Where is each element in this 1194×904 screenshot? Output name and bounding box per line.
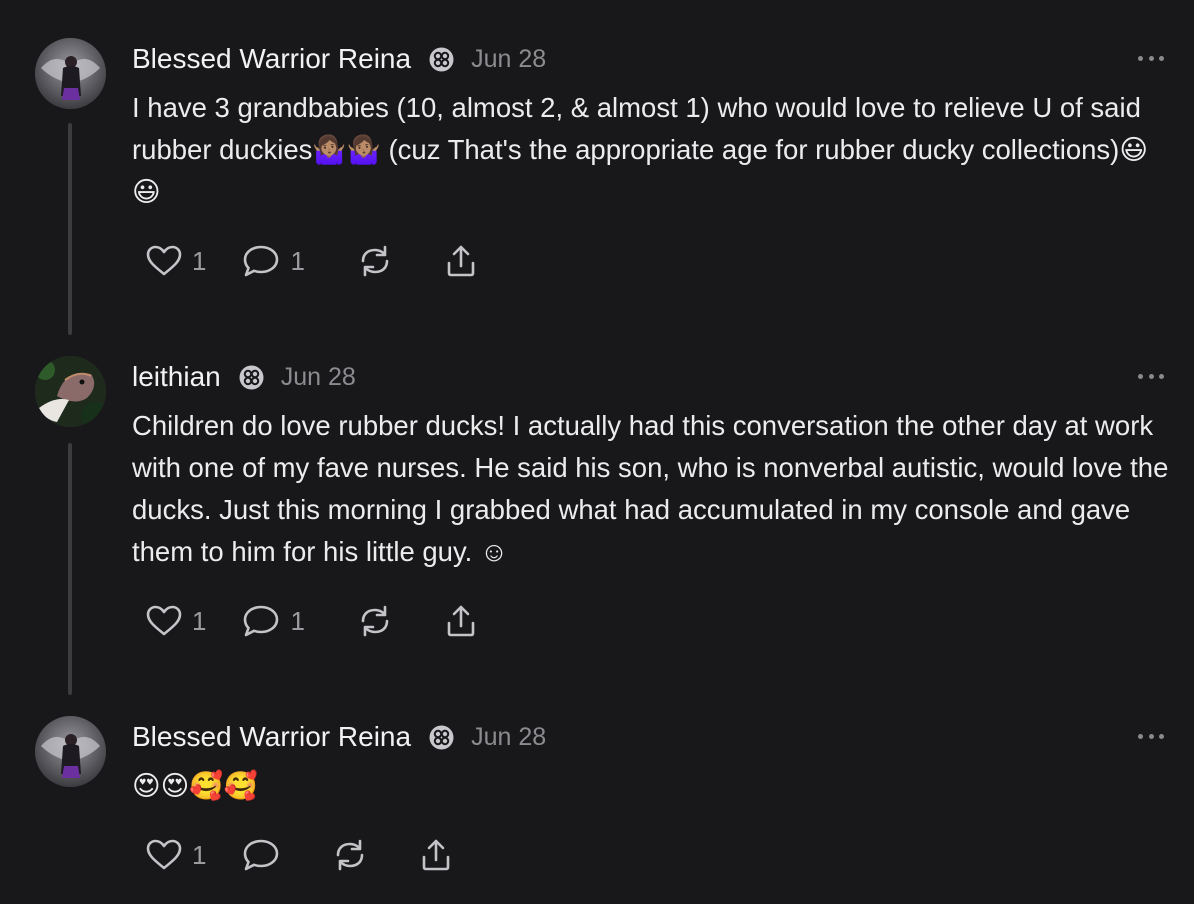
repost-icon [337, 839, 364, 871]
thread-line [68, 443, 72, 695]
repost-icon [361, 245, 389, 277]
action-bar: 1 1 [146, 601, 479, 641]
parrot-avatar-icon [35, 356, 106, 427]
reply-count: 1 [290, 605, 305, 636]
post-text: Children do love rubber ducks! I actuall… [132, 410, 1169, 567]
like-button[interactable]: 1 [146, 241, 206, 281]
heart-icon [146, 245, 182, 276]
avatar[interactable] [35, 356, 106, 427]
comment-icon [244, 245, 279, 277]
post-date[interactable]: Jun 28 [471, 723, 546, 752]
post-date[interactable]: Jun 28 [471, 45, 546, 74]
like-count: 1 [192, 245, 207, 276]
repost-icon [361, 605, 389, 637]
share-icon [423, 839, 450, 871]
heart-icon [146, 839, 182, 870]
post-header: leithian Jun 28 [132, 357, 356, 397]
reply-count: 1 [290, 245, 305, 276]
author-name[interactable]: Blessed Warrior Reina [132, 721, 411, 753]
warrior-angel-avatar-icon [35, 38, 106, 109]
post-text: 😍😍🥰🥰 [132, 770, 258, 802]
post-text: I have 3 grandbabies (10, almost 2, & al… [132, 92, 1148, 207]
thread-line [68, 123, 72, 335]
repost-button[interactable] [332, 835, 368, 875]
more-options-icon[interactable] [1138, 731, 1164, 741]
share-button[interactable] [443, 601, 479, 641]
action-bar: 1 [146, 835, 454, 875]
reply-button[interactable]: 1 [242, 601, 305, 641]
post-date[interactable]: Jun 28 [281, 363, 356, 392]
reply-button[interactable] [242, 835, 280, 875]
post-header: Blessed Warrior Reina Jun 28 [132, 39, 546, 79]
post-header: Blessed Warrior Reina Jun 28 [132, 717, 546, 757]
repost-button[interactable] [357, 601, 393, 641]
more-options-icon[interactable] [1138, 371, 1164, 381]
share-button[interactable] [443, 241, 479, 281]
repost-button[interactable] [357, 241, 393, 281]
comment-icon [244, 605, 279, 637]
more-options-icon[interactable] [1138, 53, 1164, 63]
author-name[interactable]: leithian [132, 361, 221, 393]
comment-icon [244, 839, 279, 871]
like-count: 1 [192, 839, 207, 870]
share-icon [447, 605, 475, 637]
action-bar: 1 1 [146, 241, 479, 281]
reply-button[interactable]: 1 [242, 241, 305, 281]
verified-badge-icon [429, 725, 454, 750]
warrior-angel-avatar-icon [35, 716, 106, 787]
share-button[interactable] [418, 835, 454, 875]
avatar[interactable] [35, 716, 106, 787]
verified-badge-icon [239, 365, 264, 390]
verified-badge-icon [429, 47, 454, 72]
avatar[interactable] [35, 38, 106, 109]
heart-icon [146, 605, 182, 636]
like-button[interactable]: 1 [146, 601, 206, 641]
like-button[interactable]: 1 [146, 835, 206, 875]
share-icon [447, 245, 475, 277]
author-name[interactable]: Blessed Warrior Reina [132, 43, 411, 75]
like-count: 1 [192, 605, 207, 636]
